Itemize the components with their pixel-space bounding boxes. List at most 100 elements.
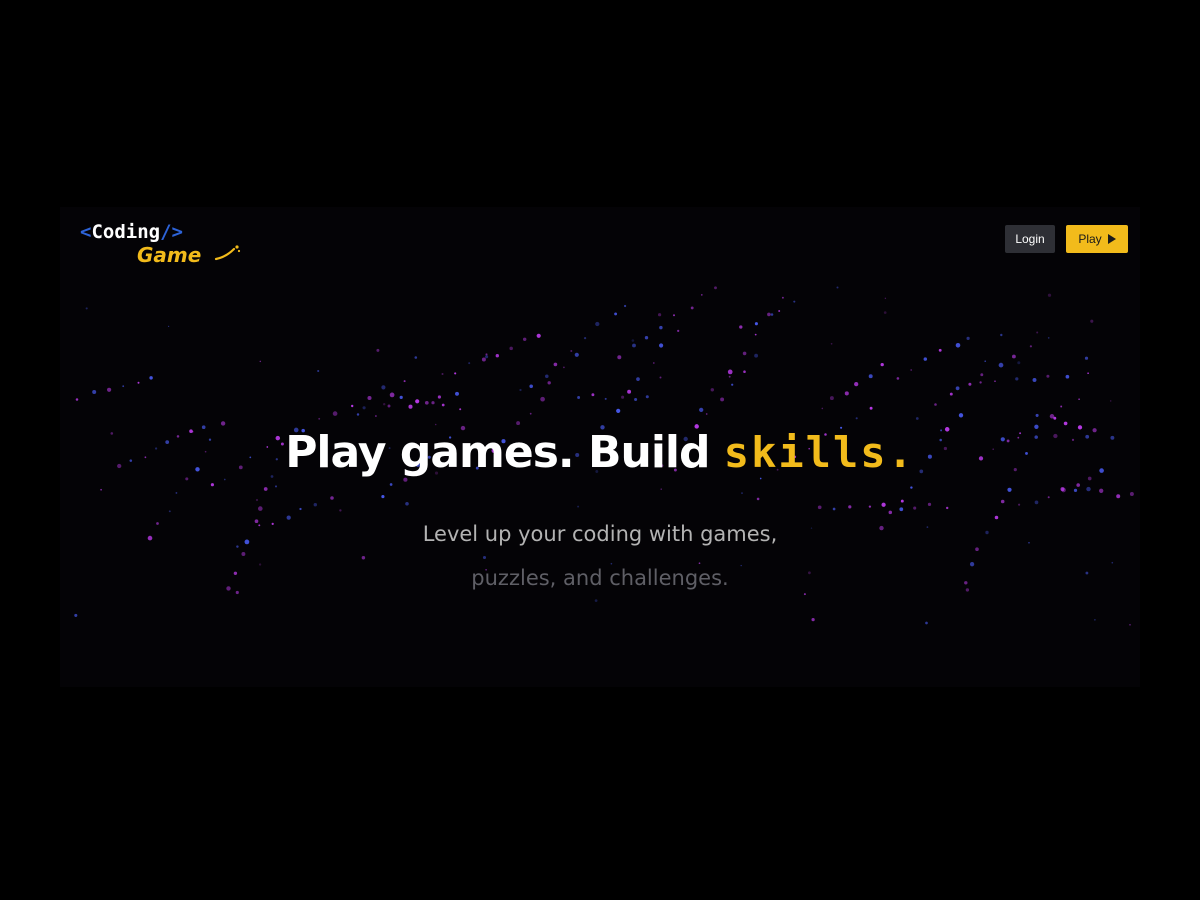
particle-dot [1000, 333, 1003, 337]
particle-dot [583, 336, 587, 340]
particle-dot [591, 393, 595, 397]
particle-dot [627, 389, 632, 394]
particle-dot [374, 415, 377, 417]
particle-dot [1032, 378, 1037, 382]
codingame-logo[interactable]: <Coding/> Game [80, 221, 241, 269]
particle-dot [263, 487, 268, 491]
play-button[interactable]: Play [1066, 225, 1128, 253]
particle-dot [900, 499, 904, 503]
particle-dot [361, 555, 366, 560]
hero-frame: <Coding/> Game Login Play Play games. Bu… [60, 207, 1140, 687]
particle-dot [351, 404, 354, 408]
particle-dot [673, 314, 675, 317]
login-button-label: Login [1015, 232, 1045, 246]
particle-dot [149, 376, 153, 380]
particle-dot [632, 343, 636, 348]
logo-spark-icon [214, 245, 241, 261]
particle-dot [934, 403, 937, 406]
particle-dot [1073, 488, 1078, 493]
particle-dot [536, 333, 541, 338]
particle-dot [339, 509, 342, 512]
header-actions: Login Play [1005, 225, 1128, 253]
particle-dot [1060, 487, 1065, 492]
particle-dot [540, 396, 545, 402]
particle-dot [455, 391, 459, 396]
particle-dot [778, 310, 781, 312]
particle-dot [660, 488, 662, 490]
particle-dot [690, 306, 694, 310]
particle-dot [832, 507, 836, 511]
particle-dot [994, 380, 996, 383]
particle-dot [175, 491, 178, 494]
particle-dot [414, 356, 418, 359]
particle-dot [958, 413, 964, 418]
particle-dot [994, 515, 999, 520]
particle-dot [1035, 413, 1039, 417]
particle-dot [1084, 356, 1089, 360]
hero-subtitle-line1: Level up your coding with games, [422, 522, 778, 546]
particle-dot [408, 404, 413, 409]
logo-close-bracket: /> [160, 221, 183, 243]
particle-dot [106, 387, 112, 392]
particle-dot [1065, 374, 1070, 379]
particle-dot [577, 505, 580, 508]
particle-dot [529, 412, 532, 415]
particle-dot [241, 552, 246, 556]
particle-dot [574, 352, 579, 357]
particle-dot [657, 313, 662, 317]
particle-dot [888, 510, 893, 515]
particle-dot [710, 388, 715, 392]
particle-dot [923, 357, 928, 361]
play-triangle-icon [1107, 234, 1116, 244]
particle-dot [210, 483, 214, 487]
particle-dot [403, 380, 406, 383]
particle-dot [634, 397, 638, 402]
login-button[interactable]: Login [1005, 225, 1055, 253]
particle-dot [984, 360, 987, 363]
particle-dot [910, 486, 913, 489]
particle-dot [754, 353, 759, 358]
particle-dot [1060, 405, 1063, 408]
particle-dot [1047, 293, 1052, 297]
particle-dot [1076, 483, 1080, 487]
particle-dot [652, 362, 655, 364]
particle-dot [509, 346, 513, 351]
particle-dot [659, 343, 664, 348]
particle-dot [910, 369, 913, 371]
particle-dot [1053, 416, 1057, 420]
particle-dot [1099, 488, 1104, 493]
particle-dot [793, 300, 796, 303]
particle-dot [720, 397, 725, 402]
particle-dot [848, 505, 852, 509]
particle-dot [883, 311, 887, 314]
particle-dot [714, 286, 717, 290]
particle-dot [431, 401, 435, 405]
particle-dot [659, 325, 663, 330]
particle-dot [1087, 372, 1089, 374]
particle-dot [519, 388, 522, 392]
particle-dot [896, 377, 900, 380]
particle-dot [577, 396, 581, 399]
particle-dot [75, 398, 79, 401]
particle-dot [1047, 496, 1050, 499]
particle-dot [1029, 345, 1033, 348]
particle-dot [367, 395, 372, 401]
particle-dot [803, 593, 806, 596]
particle-dot [754, 333, 757, 336]
particle-dot [437, 395, 441, 399]
particle-dot [659, 376, 662, 379]
particle-dot [1046, 374, 1050, 378]
particle-dot [1129, 623, 1131, 626]
particle-dot [74, 613, 78, 617]
particle-dot [677, 329, 680, 333]
particle-dot [868, 505, 872, 508]
particle-dot [645, 395, 649, 399]
particle-dot [1078, 398, 1080, 401]
particle-dot [742, 351, 747, 356]
particle-dot [817, 505, 822, 510]
particle-dot [966, 336, 970, 341]
particle-dot [570, 350, 573, 352]
particle-dot [998, 362, 1004, 368]
particle-dot [1129, 492, 1134, 496]
particle-dot [830, 342, 833, 345]
